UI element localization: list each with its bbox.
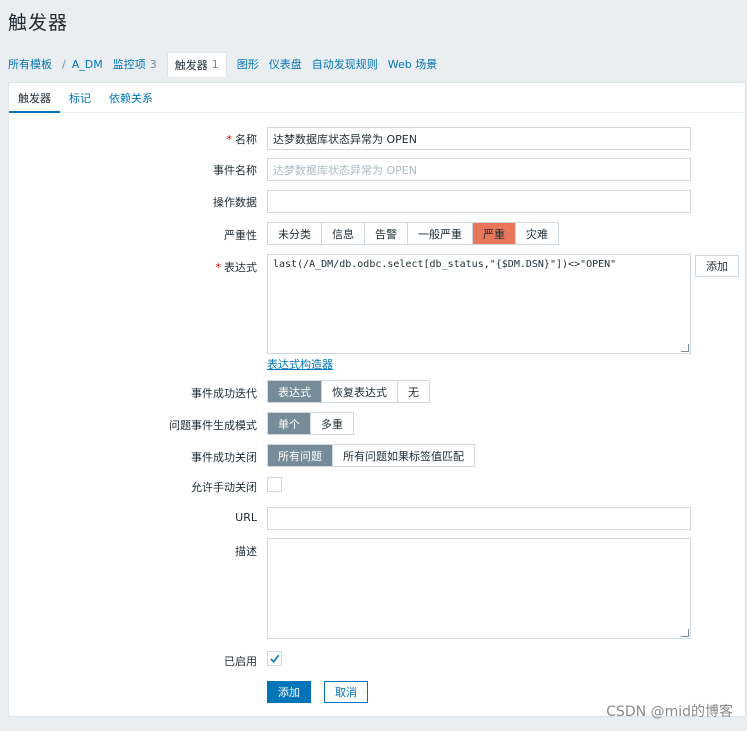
required-mark: * (226, 133, 233, 146)
breadcrumb-triggers-label: 触发器 (174, 58, 208, 72)
problem-mode-multiple[interactable]: 多重 (311, 413, 353, 434)
ok-close-tag-match[interactable]: 所有问题如果标签值匹配 (333, 445, 474, 466)
tab-tags[interactable]: 标记 (60, 83, 100, 113)
breadcrumb-triggers-count: 1 (211, 58, 219, 71)
recovery-mode-none[interactable]: 无 (398, 381, 429, 402)
description-textarea[interactable] (267, 538, 691, 639)
breadcrumb-graphs[interactable]: 图形 (237, 56, 259, 72)
breadcrumb-discovery[interactable]: 自动发现规则 (312, 56, 378, 72)
ok-close-all-problems[interactable]: 所有问题 (268, 445, 333, 466)
trigger-form-panel: 触发器 标记 依赖关系 * 名称 达梦数据库状态异常为 OPEN 事件名称 达梦数… (8, 82, 746, 717)
breadcrumb-template[interactable]: A_DM (72, 58, 103, 71)
name-label: * 名称 (227, 131, 258, 147)
manual-close-label: 允许手动关闭 (191, 481, 257, 494)
severity-warning[interactable]: 告警 (365, 223, 408, 244)
severity-selector: 未分类 信息 告警 一般严重 严重 灾难 (267, 222, 559, 245)
resize-handle-icon[interactable] (681, 344, 689, 352)
expression-add-button[interactable]: 添加 (695, 255, 739, 277)
breadcrumb-web[interactable]: Web 场景 (388, 56, 437, 72)
cancel-button[interactable]: 取消 (324, 681, 368, 703)
problem-mode-label: 问题事件生成模式 (169, 419, 257, 432)
name-label-text: 名称 (235, 133, 257, 146)
severity-disaster[interactable]: 灾难 (516, 223, 558, 244)
expression-text: last(/A_DM/db.odbc.select[db_status,"{$D… (273, 259, 617, 270)
expression-label-text: 表达式 (224, 261, 257, 274)
ok-close-label: 事件成功关闭 (191, 451, 257, 464)
recovery-mode-expression[interactable]: 表达式 (268, 381, 322, 402)
description-label: 描述 (235, 545, 257, 558)
resize-handle-icon[interactable] (681, 629, 689, 637)
event-name-input[interactable]: 达梦数据库状态异常为 OPEN (267, 158, 691, 181)
opdata-label: 操作数据 (213, 196, 257, 209)
url-input[interactable] (267, 507, 691, 530)
breadcrumb-separator: / (62, 57, 66, 71)
watermark: CSDN @mid的博客 (606, 704, 733, 720)
tab-dependencies[interactable]: 依赖关系 (100, 83, 162, 113)
opdata-input[interactable] (267, 190, 691, 213)
manual-close-checkbox[interactable] (267, 477, 282, 492)
problem-mode-single[interactable]: 单个 (268, 413, 311, 434)
severity-not-classified[interactable]: 未分类 (268, 223, 322, 244)
expression-label: * 表达式 (216, 259, 258, 275)
recovery-mode-selector: 表达式 恢复表达式 无 (267, 380, 430, 403)
add-button[interactable]: 添加 (267, 681, 311, 703)
breadcrumb-triggers[interactable]: 触发器 1 (166, 51, 227, 77)
url-label: URL (235, 511, 257, 524)
enabled-checkbox[interactable] (267, 651, 282, 666)
recovery-mode-recovery-expression[interactable]: 恢复表达式 (322, 381, 398, 402)
severity-information[interactable]: 信息 (322, 223, 365, 244)
tab-trigger[interactable]: 触发器 (9, 83, 60, 113)
breadcrumb-items-count: 3 (149, 57, 157, 71)
severity-average[interactable]: 一般严重 (408, 223, 473, 244)
form-tabs: 触发器 标记 依赖关系 (9, 83, 745, 113)
event-name-label: 事件名称 (213, 164, 257, 177)
expression-textarea[interactable]: last(/A_DM/db.odbc.select[db_status,"{$D… (267, 254, 691, 354)
page-title: 触发器 (8, 12, 69, 34)
ok-close-selector: 所有问题 所有问题如果标签值匹配 (267, 444, 475, 467)
breadcrumb: 所有模板 / A_DM 监控项 3 触发器 1 图形 仪表盘 自动发现规则 Web … (8, 51, 447, 77)
enabled-label: 已启用 (224, 655, 257, 668)
severity-label: 严重性 (224, 229, 257, 242)
checkmark-icon (270, 654, 280, 663)
breadcrumb-all-templates[interactable]: 所有模板 (8, 56, 52, 72)
breadcrumb-dashboards[interactable]: 仪表盘 (269, 56, 302, 72)
name-input[interactable]: 达梦数据库状态异常为 OPEN (267, 127, 691, 150)
severity-high[interactable]: 严重 (473, 223, 516, 244)
problem-mode-selector: 单个 多重 (267, 412, 354, 435)
breadcrumb-items[interactable]: 监控项 3 (113, 56, 157, 72)
breadcrumb-items-label: 监控项 (112, 58, 146, 71)
required-mark: * (215, 261, 222, 274)
page: 触发器 所有模板 / A_DM 监控项 3 触发器 1 图形 仪表盘 自动发现规则 … (0, 0, 747, 731)
expression-builder-link[interactable]: 表达式构造器 (267, 356, 333, 372)
recovery-mode-label: 事件成功迭代 (191, 387, 257, 400)
